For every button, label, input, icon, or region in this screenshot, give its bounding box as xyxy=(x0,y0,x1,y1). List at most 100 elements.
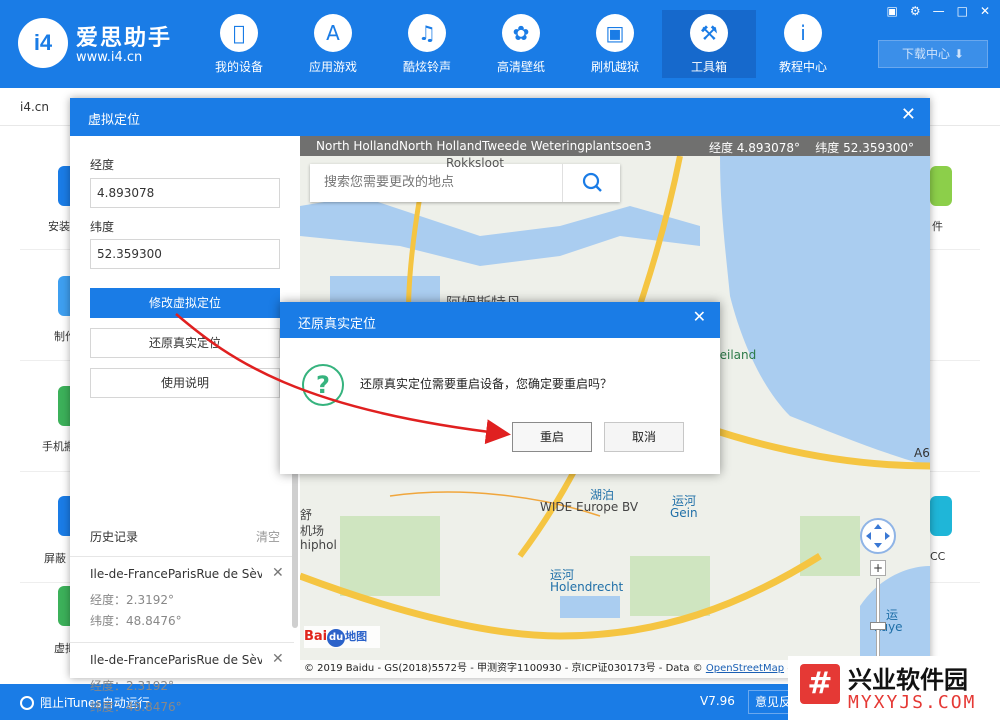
nav-label: 工具箱 xyxy=(690,60,727,74)
history-item-name: Ile-de-FranceParisRue de Sèvres xyxy=(90,567,262,581)
help-button[interactable]: 使用说明 xyxy=(90,368,280,398)
nav-label: 高清壁纸 xyxy=(496,60,545,74)
nav-flash-jailbreak[interactable]: ▣ 刷机越狱 xyxy=(568,10,662,78)
nav-label: 酷炫铃声 xyxy=(402,60,451,74)
park-shape xyxy=(630,556,710,616)
confirm-message: 还原真实定位需要重启设备，您确定要重启吗？ xyxy=(360,377,613,391)
zoom-slider-thumb[interactable] xyxy=(870,622,886,630)
map-coordinates: 经度 4.893078° 纬度 52.359300° xyxy=(709,139,914,156)
map-label: 机场 xyxy=(300,524,325,538)
history-item-latitude: 纬度：48.8476° xyxy=(90,614,182,628)
location-form-panel: 经度 4.893078 纬度 52.359300 修改虚拟定位 还原真实定位 使… xyxy=(70,136,300,714)
tool-tile[interactable] xyxy=(930,166,952,206)
skin-icon[interactable]: ▣ xyxy=(886,4,897,18)
baidu-logo: Bai du 地图 xyxy=(304,626,380,648)
park-shape xyxy=(800,516,860,576)
map-search-input[interactable] xyxy=(324,174,554,189)
watermark-logo: # xyxy=(800,664,840,704)
question-icon: ? xyxy=(302,364,344,406)
longitude-input[interactable]: 4.893078 xyxy=(90,178,280,208)
cancel-button[interactable]: 取消 xyxy=(604,422,684,452)
delete-icon[interactable]: ✕ xyxy=(272,651,284,667)
map-info-bar: North HollandNorth HollandTweede Weterin… xyxy=(300,136,930,156)
zoom-in-button[interactable]: + xyxy=(870,560,886,576)
search-icon xyxy=(582,172,602,192)
history-item-longitude: 经度：2.3192° xyxy=(90,593,174,607)
close-icon[interactable]: ✕ xyxy=(901,104,916,125)
dialog-header: 虚拟定位 ✕ xyxy=(70,98,930,136)
tool-label: 安装 xyxy=(48,220,70,233)
lake-shape xyxy=(720,156,930,466)
box-icon: ▣ xyxy=(596,14,634,52)
map-label: A6 xyxy=(914,446,930,460)
latitude-label: 纬度 xyxy=(90,220,115,234)
map-pan-control[interactable] xyxy=(860,518,896,554)
radio-icon xyxy=(20,695,34,710)
history-item-latitude: 纬度：48.8476° xyxy=(90,700,182,714)
tool-label: CC xyxy=(930,550,946,563)
pan-arrows-icon xyxy=(866,524,890,548)
osm-link[interactable]: OpenStreetMap xyxy=(706,663,784,674)
map-coord-lat: 纬度 52.359300° xyxy=(815,141,914,155)
history-clear-button[interactable]: 清空 xyxy=(256,528,280,545)
park-shape xyxy=(340,516,440,596)
map-label: Rokksloot xyxy=(446,156,505,170)
nav-toolbox[interactable]: ⚒ 工具箱 xyxy=(662,10,756,78)
brand-url: www.i4.cn xyxy=(76,50,143,65)
delete-icon[interactable]: ✕ xyxy=(272,565,284,581)
info-icon: i xyxy=(784,14,822,52)
history-item[interactable]: Ile-de-FranceParisRue de Sèvres ✕ 经度：2.3… xyxy=(70,642,294,720)
version-label: V7.96 xyxy=(700,694,735,708)
brand-name: 爱思助手 xyxy=(76,26,173,51)
map-label: hiphol xyxy=(300,538,337,552)
close-icon[interactable]: ✕ xyxy=(693,307,706,326)
copyright-text: © 2019 Baidu - GS(2018)5572号 - 甲测资字11009… xyxy=(304,663,703,674)
history-scrollbar[interactable] xyxy=(292,468,298,628)
tab-i4[interactable]: i4.cn xyxy=(20,100,49,114)
nav-label: 教程中心 xyxy=(778,60,827,74)
modify-location-button[interactable]: 修改虚拟定位 xyxy=(90,288,280,318)
history-item-name: Ile-de-FranceParisRue de Sèvres xyxy=(90,653,262,667)
bell-icon: ♫ xyxy=(408,14,446,52)
minimize-icon[interactable]: — xyxy=(933,4,945,18)
nav-label: 我的设备 xyxy=(214,60,263,74)
dialog-title: 虚拟定位 xyxy=(88,113,141,128)
window-controls: ▣ ⚙ — □ ✕ xyxy=(886,4,990,18)
history-title: 历史记录 xyxy=(90,530,139,544)
restart-button[interactable]: 重启 xyxy=(512,422,592,452)
nav-my-device[interactable]:  我的设备 xyxy=(192,10,286,78)
tool-tile[interactable] xyxy=(930,496,952,536)
map-address: North HollandNorth HollandTweede Weterin… xyxy=(316,139,652,153)
i4-logo: i4 xyxy=(18,18,68,68)
maximize-icon[interactable]: □ xyxy=(957,4,968,18)
nav-wallpapers[interactable]: ✿ 高清壁纸 xyxy=(474,10,568,78)
flower-icon: ✿ xyxy=(502,14,540,52)
canal-shape xyxy=(560,596,620,618)
tool-label: 件 xyxy=(932,220,943,233)
close-icon[interactable]: ✕ xyxy=(980,4,990,18)
download-center-label: 下载中心 xyxy=(902,47,951,61)
map-label: 舒 xyxy=(300,508,313,522)
tool-label: 屏蔽 xyxy=(44,552,66,565)
watermark-url: MYXYJS.COM xyxy=(848,692,977,713)
history-item[interactable]: Ile-de-FranceParisRue de Sèvres ✕ 经度：2.3… xyxy=(70,556,294,642)
restore-location-button[interactable]: 还原真实定位 xyxy=(90,328,280,358)
nav-apps-games[interactable]: A 应用游戏 xyxy=(286,10,380,78)
nav-tutorials[interactable]: i 教程中心 xyxy=(756,10,850,78)
map-label: Holendrecht xyxy=(550,580,624,594)
apple-icon:  xyxy=(220,14,258,52)
restore-confirm-dialog: 还原真实定位 ✕ ? 还原真实定位需要重启设备，您确定要重启吗？ 重启 取消 xyxy=(280,302,720,474)
map-label: WIDE Europe BV xyxy=(540,500,639,514)
download-center-button[interactable]: 下载中心 ⬇ xyxy=(878,40,988,68)
nav-label: 刷机越狱 xyxy=(590,60,639,74)
settings-icon[interactable]: ⚙ xyxy=(910,4,921,18)
map-label: Gein xyxy=(670,506,698,520)
download-icon: ⬇ xyxy=(953,47,964,61)
longitude-label: 经度 xyxy=(90,158,115,172)
main-nav:  我的设备 A 应用游戏 ♫ 酷炫铃声 ✿ 高清壁纸 ▣ 刷机越狱 ⚒ 工具箱… xyxy=(192,10,850,78)
map-search-button[interactable] xyxy=(562,164,620,202)
latitude-input[interactable]: 52.359300 xyxy=(90,239,280,269)
baidu-logo-text: Bai xyxy=(304,629,328,644)
site-watermark: # 兴业软件园 MYXYJS.COM xyxy=(788,656,1000,720)
nav-ringtones[interactable]: ♫ 酷炫铃声 xyxy=(380,10,474,78)
